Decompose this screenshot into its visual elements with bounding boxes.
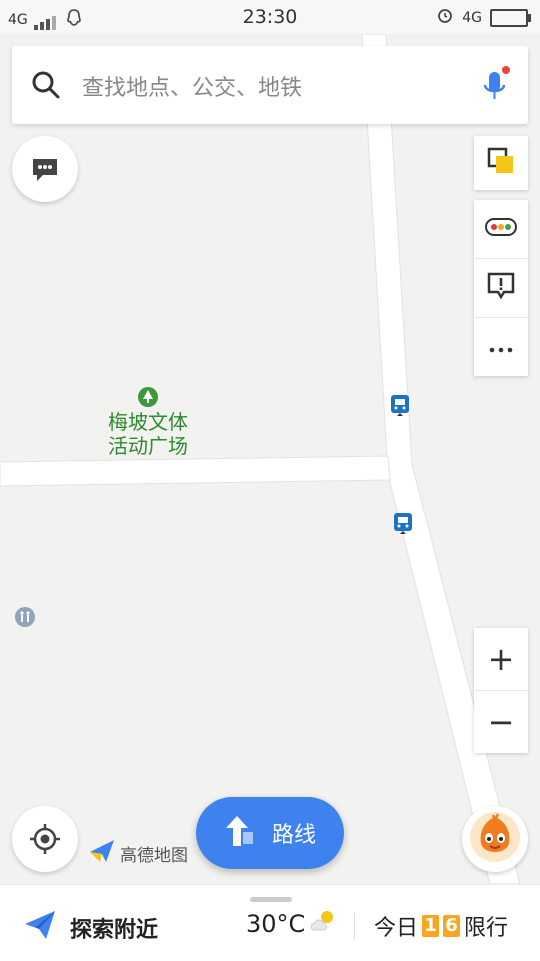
report-issue-icon xyxy=(487,272,515,304)
zoom-control: + − xyxy=(474,628,528,753)
mascot-avatar-icon xyxy=(469,811,521,867)
chat-bubble-icon xyxy=(31,157,59,187)
status-bar: 4G 23:30 4G xyxy=(0,0,540,34)
restriction-suffix: 限行 xyxy=(464,916,509,941)
search-icon[interactable] xyxy=(30,69,62,105)
amap-logo: 高德地图 xyxy=(88,838,188,869)
weather-info[interactable]: 30°C xyxy=(246,908,339,940)
messages-button[interactable] xyxy=(12,136,78,202)
battery-icon xyxy=(490,9,531,27)
paper-plane-icon xyxy=(24,910,56,946)
more-dots-icon xyxy=(489,338,513,357)
layers-icon xyxy=(486,146,516,180)
drag-handle[interactable] xyxy=(250,897,292,902)
bus-stop-icon[interactable] xyxy=(393,512,413,542)
status-right: 4G xyxy=(436,7,531,29)
amap-logo-icon xyxy=(88,838,116,869)
map-tools-panel xyxy=(474,136,528,376)
network-type-right: 4G xyxy=(462,10,482,26)
poi-label-line1: 梅坡文体 xyxy=(108,410,188,434)
alarm-icon xyxy=(436,7,454,29)
explore-nearby-label: 探索附近 xyxy=(70,918,159,943)
route-button[interactable]: 路线 xyxy=(196,797,344,869)
restriction-digit-2: 6 xyxy=(443,915,461,937)
restriction-prefix: 今日 xyxy=(374,916,419,941)
traffic-light-icon xyxy=(485,218,517,240)
partly-cloudy-icon xyxy=(309,908,339,940)
explore-nearby-button[interactable]: 探索附近 xyxy=(24,910,158,946)
route-arrow-icon xyxy=(224,812,258,854)
map-canvas[interactable]: 梅坡文体 活动广场 xyxy=(0,34,540,884)
locate-me-button[interactable] xyxy=(12,806,78,872)
layers-button[interactable] xyxy=(474,136,528,190)
map-roads xyxy=(0,34,521,884)
crosshair-icon xyxy=(29,823,61,859)
restroom-icon[interactable] xyxy=(14,606,36,632)
bus-stop-icon[interactable] xyxy=(390,394,410,424)
park-poi-icon[interactable] xyxy=(137,386,159,412)
zoom-in-button[interactable]: + xyxy=(474,628,528,691)
bottom-bar: 探索附近 30°C 今日 1 6 限行 xyxy=(0,884,540,961)
search-bar[interactable]: 查找地点、公交、地铁 xyxy=(12,46,528,124)
zoom-out-button[interactable]: − xyxy=(474,691,528,753)
poi-label-line2: 活动广场 xyxy=(108,434,188,458)
tool-group xyxy=(474,200,528,376)
traffic-button[interactable] xyxy=(474,200,528,259)
microphone-icon[interactable] xyxy=(480,66,510,110)
poi-label[interactable]: 梅坡文体 活动广场 xyxy=(94,410,202,458)
temperature-text: 30°C xyxy=(246,910,306,938)
restriction-digit-1: 1 xyxy=(422,915,440,937)
assistant-avatar-button[interactable] xyxy=(462,806,528,872)
bottom-divider xyxy=(354,913,355,939)
traffic-restriction-info[interactable]: 今日 1 6 限行 xyxy=(374,910,508,942)
report-button[interactable] xyxy=(474,259,528,318)
amap-logo-text: 高德地图 xyxy=(120,846,188,866)
route-button-label: 路线 xyxy=(271,823,316,848)
more-button[interactable] xyxy=(474,318,528,376)
search-input[interactable]: 查找地点、公交、地铁 xyxy=(82,70,302,102)
